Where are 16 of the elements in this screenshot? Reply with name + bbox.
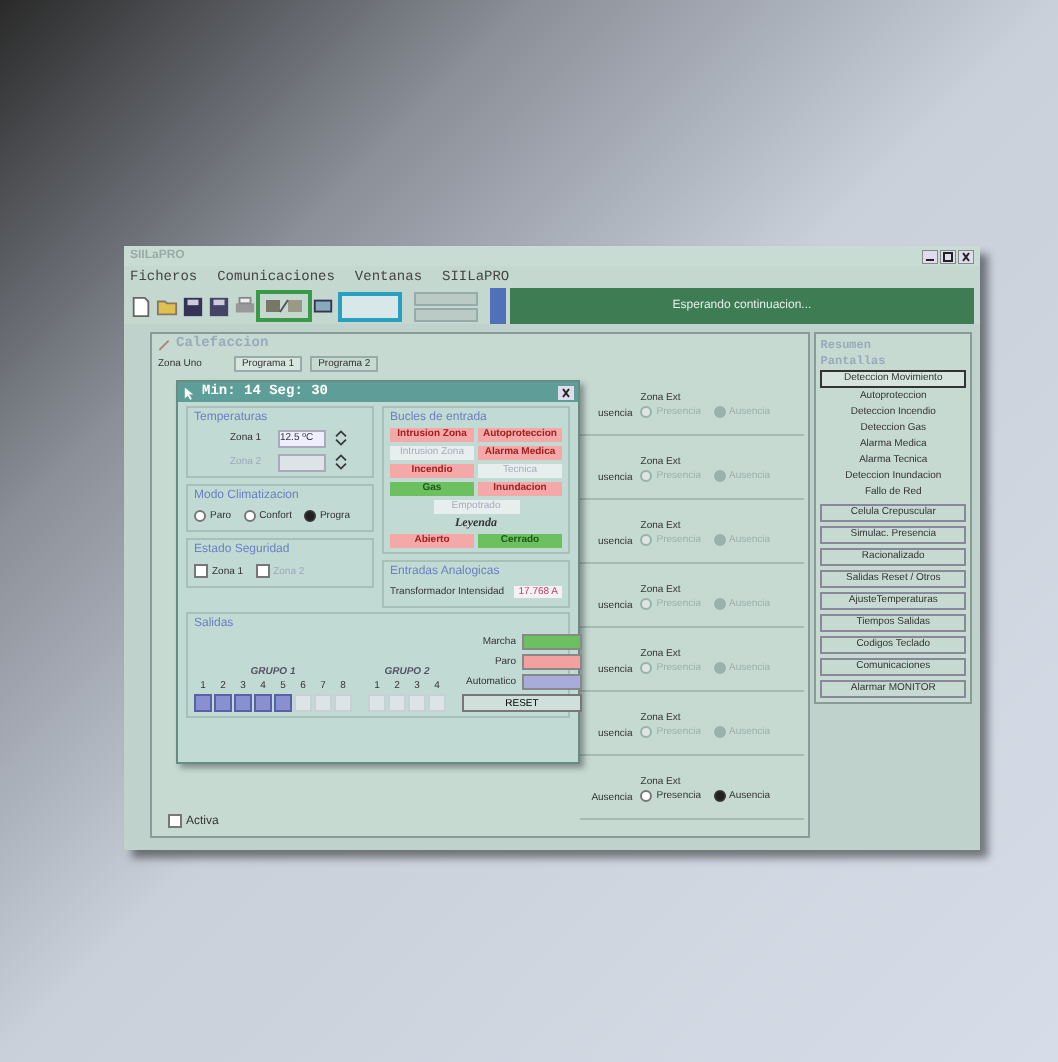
temperature-field[interactable] xyxy=(278,453,326,471)
save-icon[interactable] xyxy=(182,295,204,317)
monitor-icon[interactable] xyxy=(312,295,334,317)
pen-icon xyxy=(156,336,172,352)
close-icon[interactable] xyxy=(558,385,574,399)
save-icon[interactable] xyxy=(208,295,230,317)
spin-button[interactable] xyxy=(334,452,348,472)
status-indicator xyxy=(490,288,506,324)
toolbar-field[interactable] xyxy=(338,291,402,321)
printer-icon[interactable] xyxy=(234,295,256,317)
cursor-icon xyxy=(182,385,196,399)
maximize-icon[interactable] xyxy=(940,249,956,263)
close-icon[interactable] xyxy=(958,249,974,263)
new-file-icon[interactable] xyxy=(130,295,152,317)
spin-button[interactable] xyxy=(334,428,348,448)
minimize-icon[interactable] xyxy=(922,249,938,263)
